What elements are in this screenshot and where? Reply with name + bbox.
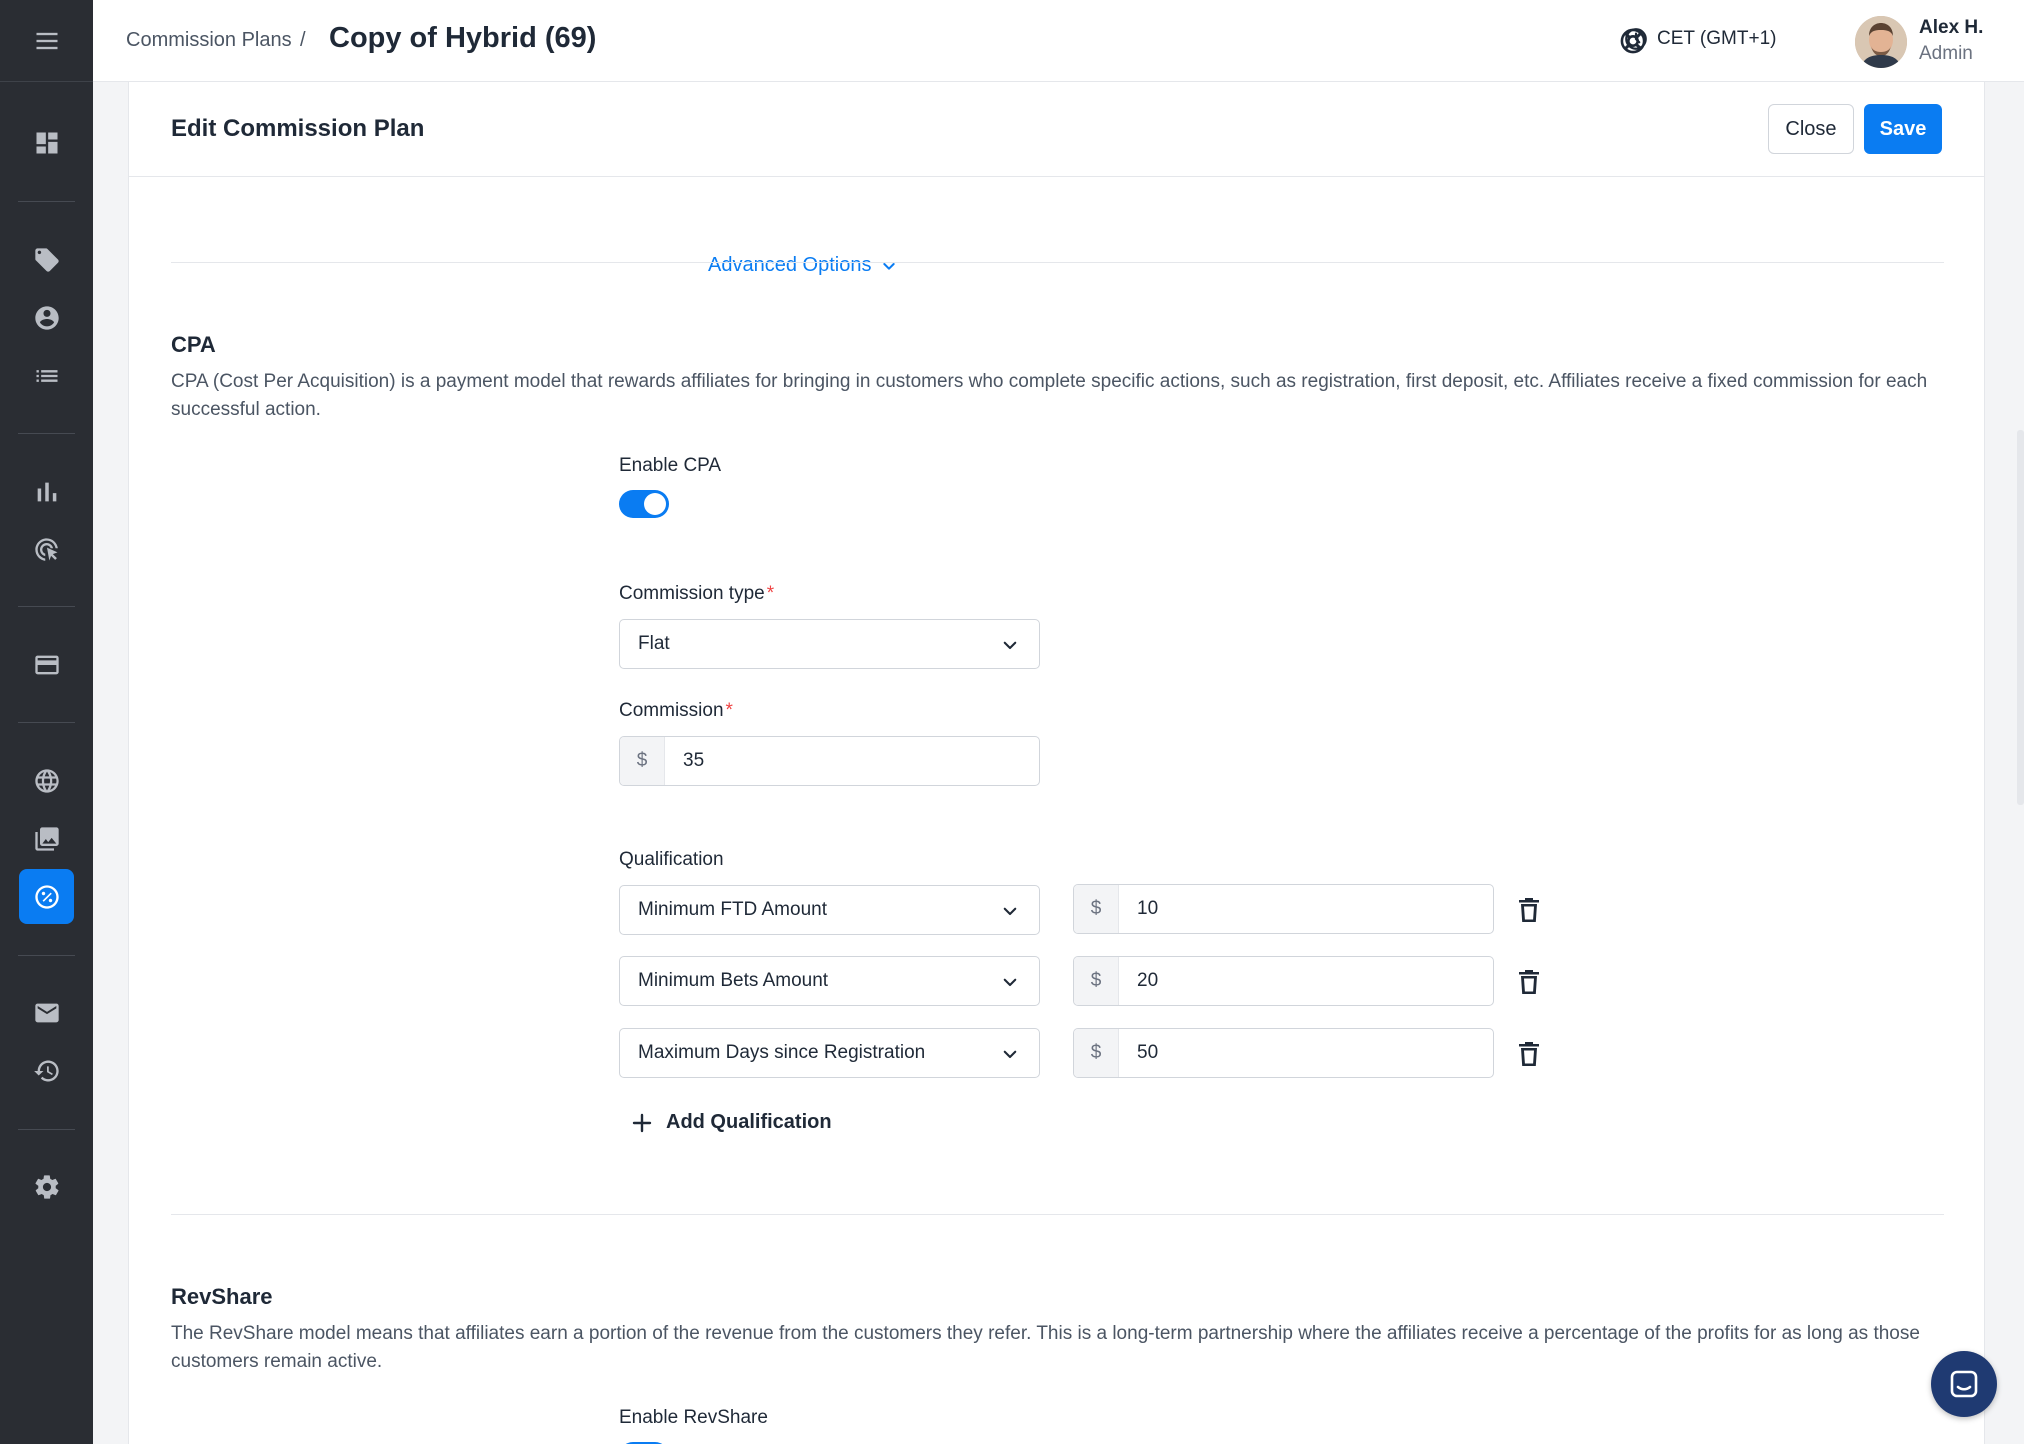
advanced-options-label: Advanced Options	[708, 254, 871, 277]
sidebar-item-domains[interactable]	[19, 753, 74, 808]
chevron-down-icon	[1001, 902, 1019, 920]
currency-prefix: $	[1074, 885, 1119, 933]
section-divider	[171, 1214, 1944, 1215]
chevron-down-icon	[1001, 973, 1019, 991]
mail-icon	[33, 999, 61, 1027]
enable-cpa-label: Enable CPA	[619, 455, 721, 477]
chat-launcher-button[interactable]	[1931, 1351, 1997, 1417]
save-button[interactable]: Save	[1864, 104, 1942, 154]
sidebar-item-reports[interactable]	[19, 464, 74, 519]
enable-revshare-label: Enable RevShare	[619, 1407, 768, 1429]
sidebar-item-list[interactable]	[19, 348, 74, 403]
dashboard-icon	[33, 129, 61, 157]
sidebar-item-media[interactable]	[19, 811, 74, 866]
target-click-icon	[33, 536, 61, 564]
revshare-section-title: RevShare	[171, 1284, 273, 1310]
panel-header: Edit Commission Plan Close Save	[129, 82, 1985, 177]
user-icon	[33, 304, 61, 332]
breadcrumb-link[interactable]: Commission Plans	[126, 29, 292, 52]
sidebar-divider	[18, 722, 75, 723]
bar-chart-icon	[33, 478, 61, 506]
commission-type-select[interactable]: Flat	[619, 619, 1040, 669]
credit-card-icon	[33, 651, 61, 679]
enable-cpa-toggle[interactable]	[619, 490, 669, 518]
commission-type-value: Flat	[638, 633, 670, 655]
tag-icon	[33, 246, 61, 274]
chat-icon	[1948, 1368, 1980, 1400]
qualification-value-input[interactable]: $ 50	[1073, 1028, 1494, 1078]
currency-prefix: $	[1074, 957, 1119, 1005]
sidebar-item-tracking[interactable]	[19, 522, 74, 577]
qualification-value: 20	[1137, 970, 1158, 992]
list-icon	[33, 362, 61, 390]
cpa-description: CPA (Cost Per Acquisition) is a payment …	[171, 368, 1931, 424]
trash-icon[interactable]	[1517, 968, 1541, 996]
sidebar-item-messages[interactable]	[19, 985, 74, 1040]
avatar-image	[1855, 16, 1907, 68]
advanced-options-toggle[interactable]: Advanced Options	[708, 254, 897, 277]
hamburger-icon	[33, 27, 61, 55]
sidebar-item-payments[interactable]	[19, 637, 74, 692]
user-name: Alex H.	[1919, 17, 1983, 39]
page-title: Copy of Hybrid (69)	[329, 22, 596, 55]
section-divider	[171, 262, 1944, 263]
qualification-value-input[interactable]: $ 10	[1073, 884, 1494, 934]
sidebar-item-dashboard[interactable]	[19, 115, 74, 170]
help-lifebuoy-icon[interactable]	[1619, 27, 1647, 55]
trash-icon[interactable]	[1517, 1040, 1541, 1068]
qualification-type-value: Maximum Days since Registration	[638, 1042, 925, 1064]
sidebar-item-history[interactable]	[19, 1043, 74, 1098]
commission-type-label: Commission type*	[619, 583, 774, 605]
sidebar	[0, 0, 93, 1444]
timezone-label: CET (GMT+1)	[1657, 28, 1776, 50]
top-bar: Commission Plans / Copy of Hybrid (69) C…	[93, 0, 2024, 82]
plus-icon	[632, 1113, 652, 1133]
user-role: Admin	[1919, 43, 1973, 65]
menu-toggle-button[interactable]	[0, 0, 93, 82]
sidebar-item-settings[interactable]	[19, 1159, 74, 1214]
close-button[interactable]: Close	[1768, 104, 1854, 154]
qualification-value: 50	[1137, 1042, 1158, 1064]
panel-title: Edit Commission Plan	[171, 115, 424, 143]
add-qualification-button[interactable]: Add Qualification	[632, 1111, 832, 1134]
edit-commission-panel: Edit Commission Plan Close Save Advanced…	[128, 82, 1985, 1444]
sidebar-divider	[18, 433, 75, 434]
sidebar-divider	[18, 606, 75, 607]
trash-icon[interactable]	[1517, 896, 1541, 924]
commission-input[interactable]: $ 35	[619, 736, 1040, 786]
qualification-label: Qualification	[619, 849, 724, 871]
history-icon	[33, 1057, 61, 1085]
breadcrumb-separator: /	[300, 29, 306, 52]
sidebar-divider	[18, 1129, 75, 1130]
chevron-down-icon	[881, 258, 897, 274]
sidebar-item-commissions[interactable]	[19, 869, 74, 924]
currency-prefix: $	[620, 737, 665, 785]
currency-prefix: $	[1074, 1029, 1119, 1077]
chevron-down-icon	[1001, 636, 1019, 654]
globe-icon	[33, 767, 61, 795]
sidebar-divider	[18, 955, 75, 956]
add-qualification-label: Add Qualification	[666, 1111, 832, 1134]
revshare-description: The RevShare model means that affiliates…	[171, 1320, 1931, 1376]
chevron-down-icon	[1001, 1045, 1019, 1063]
scrollbar[interactable]	[2017, 430, 2024, 805]
sidebar-item-tags[interactable]	[19, 232, 74, 287]
qualification-value: 10	[1137, 898, 1158, 920]
image-icon	[33, 825, 61, 853]
qualification-type-select[interactable]: Minimum Bets Amount	[619, 956, 1040, 1006]
qualification-type-value: Minimum Bets Amount	[638, 970, 828, 992]
commission-label: Commission*	[619, 700, 733, 722]
qualification-value-input[interactable]: $ 20	[1073, 956, 1494, 1006]
percent-icon	[33, 883, 61, 911]
commission-value: 35	[683, 750, 704, 772]
qualification-type-select[interactable]: Maximum Days since Registration	[619, 1028, 1040, 1078]
sidebar-item-users[interactable]	[19, 290, 74, 345]
gear-icon	[33, 1173, 61, 1201]
cpa-section-title: CPA	[171, 332, 216, 358]
qualification-type-select[interactable]: Minimum FTD Amount	[619, 885, 1040, 935]
qualification-type-value: Minimum FTD Amount	[638, 899, 827, 921]
sidebar-divider	[18, 201, 75, 202]
avatar[interactable]	[1855, 16, 1907, 68]
